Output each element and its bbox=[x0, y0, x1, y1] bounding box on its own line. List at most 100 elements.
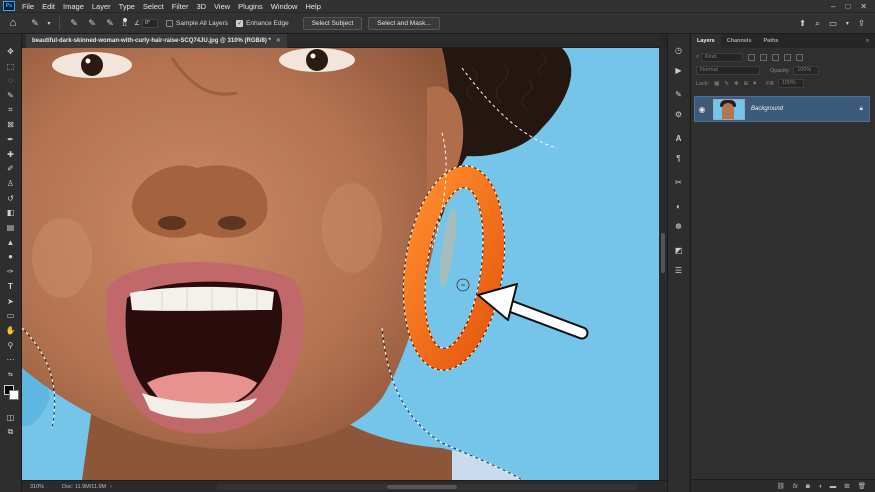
document-canvas[interactable] bbox=[22, 48, 659, 480]
blur-tool-icon[interactable]: ▲ bbox=[2, 235, 20, 250]
libraries-panel-icon[interactable]: ◩ bbox=[671, 240, 687, 260]
tool-presets-icon[interactable]: ✂ bbox=[671, 172, 687, 192]
type-tool-icon[interactable]: T bbox=[2, 279, 20, 294]
quick-mask-icon[interactable]: ◫ bbox=[2, 410, 20, 425]
pen-tool-icon[interactable]: ✑ bbox=[2, 264, 20, 279]
type-filter-icon[interactable] bbox=[772, 54, 780, 61]
share-document-icon[interactable]: ⇪ bbox=[858, 18, 865, 29]
enhance-edge-checkbox[interactable]: ✓ Enhance Edge bbox=[236, 19, 289, 27]
menu-3d[interactable]: 3D bbox=[192, 2, 210, 11]
quick-selection-tool-icon[interactable]: ✎ bbox=[2, 88, 20, 103]
color-swatches[interactable] bbox=[2, 384, 20, 402]
opacity-field[interactable]: 100% bbox=[793, 66, 820, 75]
lock-icon[interactable]: 🔒︎ bbox=[860, 105, 863, 113]
brush-size-picker[interactable]: 11 bbox=[122, 18, 127, 28]
menu-select[interactable]: Select bbox=[139, 2, 168, 11]
layer-style-icon[interactable]: fx bbox=[793, 483, 798, 490]
gradient-tool-icon[interactable]: ▤ bbox=[2, 220, 20, 235]
workspace-icon[interactable]: ▭ bbox=[829, 18, 837, 29]
eye-icon[interactable]: ◉ bbox=[695, 105, 709, 114]
adjustments-icon[interactable]: ⚙ bbox=[671, 104, 687, 124]
panel-menu-icon[interactable]: ≡ bbox=[866, 34, 875, 48]
vertical-scrollbar[interactable] bbox=[659, 48, 667, 480]
share-icon[interactable]: ⬆ bbox=[799, 18, 806, 29]
smart-object-filter-icon[interactable] bbox=[796, 54, 804, 61]
menu-type[interactable]: Type bbox=[115, 2, 139, 11]
new-selection-icon[interactable]: ✎ bbox=[67, 16, 81, 30]
screen-mode-icon[interactable]: ⧉ bbox=[2, 425, 20, 440]
angle-control[interactable]: ∠ 0° bbox=[134, 18, 159, 28]
menu-view[interactable]: View bbox=[210, 2, 234, 11]
crop-tool-icon[interactable]: ⌗ bbox=[2, 103, 20, 118]
horizontal-scrollbar-thumb[interactable] bbox=[387, 484, 457, 489]
eraser-tool-icon[interactable]: ◧ bbox=[2, 206, 20, 221]
properties-panel-icon[interactable]: ☰ bbox=[671, 260, 687, 280]
healing-brush-tool-icon[interactable]: ✚ bbox=[2, 147, 20, 162]
lock-pixels-icon[interactable]: ✎ bbox=[724, 81, 729, 87]
color-panel-icon[interactable]: ◐ bbox=[671, 196, 687, 216]
sample-all-layers-checkbox[interactable]: Sample All Layers bbox=[166, 19, 228, 27]
new-layer-icon[interactable]: ⊞ bbox=[844, 482, 849, 490]
horizontal-scrollbar[interactable] bbox=[217, 483, 637, 490]
menu-layer[interactable]: Layer bbox=[88, 2, 115, 11]
menu-help[interactable]: Help bbox=[301, 2, 324, 11]
menu-filter[interactable]: Filter bbox=[168, 2, 193, 11]
more-tools-icon[interactable]: ⋯ bbox=[2, 352, 20, 367]
close-icon[interactable]: ✕ bbox=[276, 38, 281, 44]
rectangle-tool-icon[interactable]: ▭ bbox=[2, 308, 20, 323]
maximize-button[interactable]: □ bbox=[845, 2, 850, 11]
new-group-icon[interactable]: ▬ bbox=[830, 483, 837, 490]
lock-transparent-icon[interactable]: ▦ bbox=[714, 81, 719, 87]
zoom-level[interactable]: 310% bbox=[22, 484, 62, 490]
menu-window[interactable]: Window bbox=[267, 2, 302, 11]
layer-row-background[interactable]: ◉ Background 🔒︎ bbox=[694, 96, 870, 122]
angle-field[interactable]: 0° bbox=[142, 18, 159, 28]
fill-field[interactable]: 100% bbox=[777, 79, 804, 88]
chevron-down-icon[interactable]: ▾ bbox=[46, 16, 52, 30]
character-panel-icon[interactable]: A bbox=[671, 128, 687, 148]
shape-filter-icon[interactable] bbox=[784, 54, 792, 61]
close-button[interactable]: ✕ bbox=[860, 2, 867, 11]
lock-position-icon[interactable]: ✥ bbox=[734, 81, 739, 87]
chevron-down-icon[interactable]: ▾ bbox=[846, 20, 849, 27]
minimize-button[interactable]: – bbox=[831, 2, 835, 11]
history-brush-tool-icon[interactable]: ↺ bbox=[2, 191, 20, 206]
paragraph-panel-icon[interactable]: ¶ bbox=[671, 148, 687, 168]
quick-selection-tool-icon[interactable]: ✎ bbox=[28, 16, 42, 30]
select-subject-button[interactable]: Select Subject bbox=[302, 16, 363, 30]
tab-channels[interactable]: Channels bbox=[721, 34, 758, 48]
move-tool-icon[interactable]: ✥ bbox=[2, 44, 20, 59]
swatches-panel-icon[interactable]: ☸ bbox=[671, 216, 687, 236]
path-selection-tool-icon[interactable]: ➤ bbox=[2, 294, 20, 309]
lasso-tool-icon[interactable]: ◌ bbox=[2, 73, 20, 88]
marquee-tool-icon[interactable]: ⬚ bbox=[2, 59, 20, 74]
search-icon[interactable]: ⌕ bbox=[815, 18, 820, 29]
menu-image[interactable]: Image bbox=[59, 2, 88, 11]
background-color-swatch[interactable] bbox=[8, 389, 19, 400]
clone-stamp-tool-icon[interactable]: ♙ bbox=[2, 176, 20, 191]
menu-file[interactable]: File bbox=[18, 2, 38, 11]
history-panel-icon[interactable]: ◷ bbox=[671, 40, 687, 60]
add-to-selection-icon[interactable]: ✎ bbox=[85, 16, 99, 30]
select-and-mask-button[interactable]: Select and Mask... bbox=[368, 16, 440, 30]
kind-filter-dropdown[interactable]: Kind bbox=[701, 53, 744, 62]
actions-panel-icon[interactable]: ▶ bbox=[671, 60, 687, 80]
dodge-tool-icon[interactable]: ● bbox=[2, 250, 20, 265]
adjustment-layer-icon[interactable]: ◑ bbox=[818, 483, 822, 490]
chevron-right-icon[interactable]: › bbox=[110, 484, 112, 490]
layer-name[interactable]: Background bbox=[751, 106, 783, 112]
adjustment-filter-icon[interactable] bbox=[760, 54, 768, 61]
pixel-filter-icon[interactable] bbox=[748, 54, 756, 61]
delete-layer-icon[interactable]: 🗑︎ bbox=[858, 482, 866, 490]
eyedropper-tool-icon[interactable]: ✒ bbox=[2, 132, 20, 147]
vertical-scrollbar-thumb[interactable] bbox=[661, 233, 665, 273]
document-tab[interactable]: beautiful-dark-skinned-woman-with-curly-… bbox=[26, 34, 287, 48]
brush-settings-icon[interactable]: ✎ bbox=[671, 84, 687, 104]
zoom-tool-icon[interactable]: ⚲ bbox=[2, 338, 20, 353]
brush-tool-icon[interactable]: ✐ bbox=[2, 162, 20, 177]
menu-edit[interactable]: Edit bbox=[38, 2, 59, 11]
lock-all-icon[interactable]: 🔒︎ bbox=[753, 80, 756, 87]
subtract-from-selection-icon[interactable]: ✎ bbox=[103, 16, 117, 30]
link-layers-icon[interactable]: ⛓ bbox=[777, 482, 785, 490]
blend-mode-dropdown[interactable]: Normal bbox=[696, 66, 760, 75]
